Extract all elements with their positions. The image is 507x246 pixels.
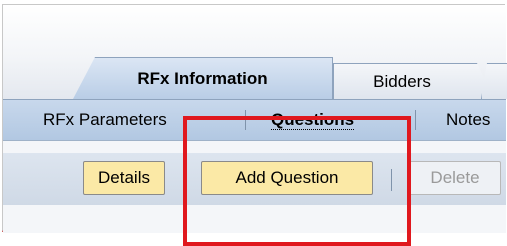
- tab-label: Bidders: [373, 71, 431, 91]
- subnav-item-questions[interactable]: Questions: [271, 100, 355, 140]
- subnav-item-label: Questions: [271, 110, 355, 130]
- toolbar-row: Details Add Question Delete: [3, 153, 506, 205]
- subnav-item-rfx-parameters[interactable]: RFx Parameters: [43, 100, 167, 140]
- tab-bidders[interactable]: Bidders: [333, 63, 493, 99]
- toolbar-divider: [183, 169, 184, 191]
- subnav-divider: [245, 110, 246, 130]
- subnav-item-notes[interactable]: Notes: [446, 100, 490, 140]
- delete-button: Delete: [409, 161, 501, 195]
- sub-navigation: RFx Parameters Questions Notes: [3, 99, 506, 141]
- tab-label: RFx Information: [137, 68, 268, 88]
- questions-toolbar: Details Add Question Delete: [3, 141, 506, 233]
- toolbar-divider: [391, 169, 392, 191]
- tab-strip: RFx Information Bidders: [3, 5, 507, 99]
- subnav-divider: [415, 110, 416, 130]
- tab-overflow[interactable]: [481, 63, 507, 99]
- tab-rfx-information[interactable]: RFx Information: [73, 57, 333, 99]
- rfx-panel: RFx Information Bidders RFx Parameters Q…: [2, 4, 507, 233]
- details-button[interactable]: Details: [83, 161, 165, 195]
- add-question-button[interactable]: Add Question: [201, 161, 373, 195]
